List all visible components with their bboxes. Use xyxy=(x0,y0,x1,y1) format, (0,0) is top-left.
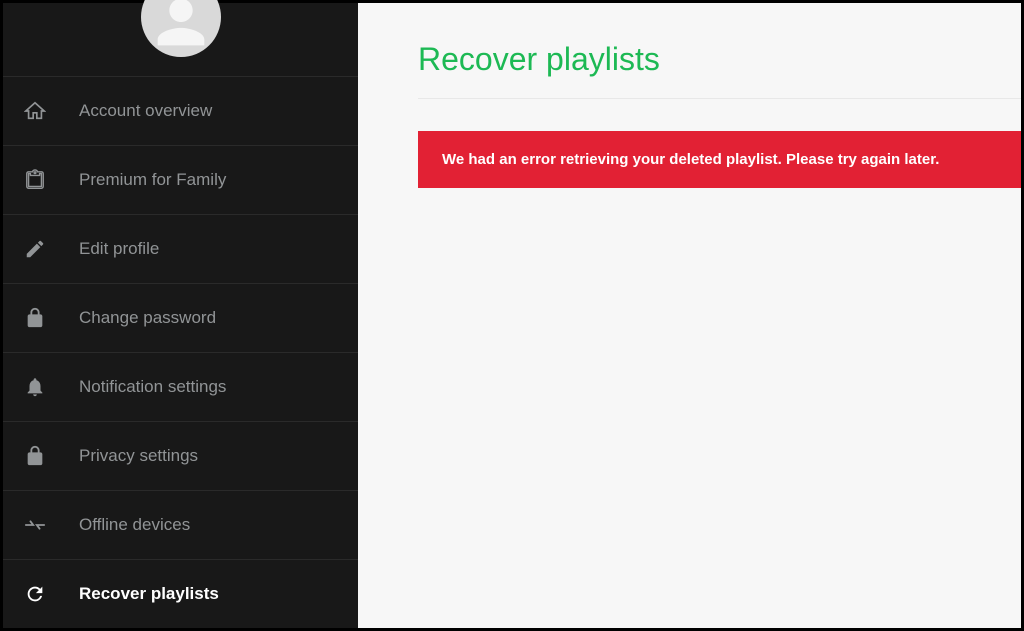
refresh-icon xyxy=(23,582,47,606)
sidebar-item-notification-settings[interactable]: Notification settings xyxy=(3,352,358,421)
sidebar-item-premium-family[interactable]: Premium for Family xyxy=(3,145,358,214)
sidebar-item-label: Edit profile xyxy=(79,239,159,259)
lock-icon xyxy=(23,444,47,468)
page-title: Recover playlists xyxy=(418,41,1021,78)
bell-icon xyxy=(23,375,47,399)
lock-icon xyxy=(23,306,47,330)
sidebar-item-label: Privacy settings xyxy=(79,446,198,466)
sidebar-item-privacy-settings[interactable]: Privacy settings xyxy=(3,421,358,490)
sidebar-item-label: Notification settings xyxy=(79,377,226,397)
sidebar-item-label: Premium for Family xyxy=(79,170,226,190)
pencil-icon xyxy=(23,237,47,261)
avatar[interactable] xyxy=(141,0,221,57)
sidebar-item-account-overview[interactable]: Account overview xyxy=(3,76,358,145)
error-banner: We had an error retrieving your deleted … xyxy=(418,131,1021,188)
nav-list: Account overview Premium for Family Edit… xyxy=(3,76,358,628)
sidebar-item-label: Recover playlists xyxy=(79,584,219,604)
sidebar-item-label: Change password xyxy=(79,308,216,328)
sidebar: Account overview Premium for Family Edit… xyxy=(3,3,358,628)
sidebar-item-label: Offline devices xyxy=(79,515,190,535)
sidebar-item-recover-playlists[interactable]: Recover playlists xyxy=(3,559,358,628)
divider xyxy=(418,98,1021,99)
sidebar-item-label: Account overview xyxy=(79,101,212,121)
error-message: We had an error retrieving your deleted … xyxy=(442,151,939,168)
offline-icon xyxy=(23,513,47,537)
sidebar-item-edit-profile[interactable]: Edit profile xyxy=(3,214,358,283)
avatar-section xyxy=(3,3,358,76)
sidebar-item-change-password[interactable]: Change password xyxy=(3,283,358,352)
person-icon xyxy=(146,0,216,57)
sidebar-item-offline-devices[interactable]: Offline devices xyxy=(3,490,358,559)
main-content: Recover playlists We had an error retrie… xyxy=(358,3,1021,628)
clipboard-icon xyxy=(23,168,47,192)
home-icon xyxy=(23,99,47,123)
